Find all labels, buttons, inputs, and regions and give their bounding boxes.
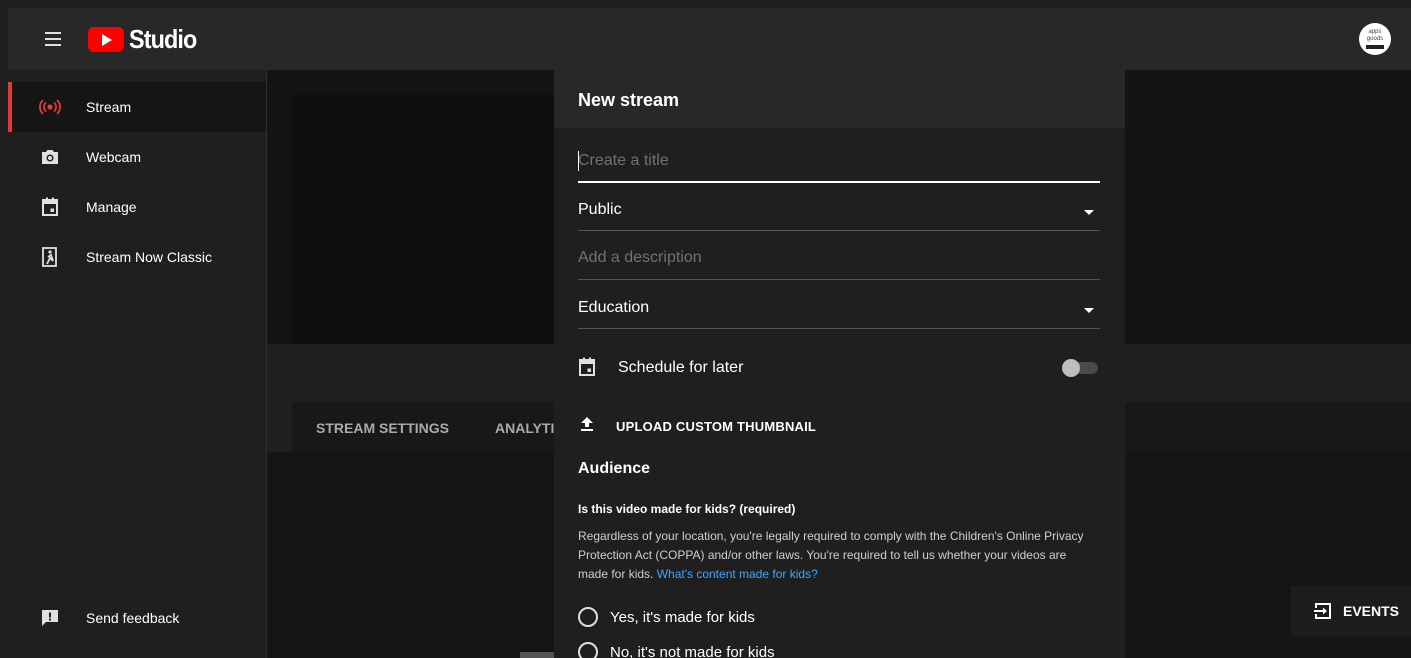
description-underline [578,279,1100,280]
radio-button[interactable] [578,607,598,627]
youtube-logo-icon [88,26,124,52]
category-underline [578,328,1100,329]
radio-label: No, it's not made for kids [610,643,775,658]
category-value: Education [578,299,650,316]
main-tabs: STREAM SETTINGS ANALYTICS [292,402,574,452]
avatar-text-bottom: goods [1366,36,1384,42]
logo-text: Studio [129,23,197,54]
radio-made-for-kids[interactable]: Yes, it's made for kids [578,607,755,627]
upload-label: UPLOAD CUSTOM THUMBNAIL [616,419,817,434]
calendar-icon [38,195,62,219]
send-feedback-button[interactable]: Send feedback [8,593,266,643]
visibility-select[interactable]: Public [578,191,1100,231]
sidebar-item-label: Manage [86,199,137,215]
schedule-row: Schedule for later [578,357,743,379]
radio-not-made-for-kids[interactable]: No, it's not made for kids [578,642,775,658]
events-button[interactable]: EVENTS [1291,586,1411,636]
studio-logo[interactable]: Studio [88,24,204,55]
upload-icon [578,415,596,438]
dialog-header: New stream [554,70,1125,128]
category-select[interactable]: Education [578,289,1100,329]
exit-to-app-icon [1313,601,1333,621]
title-underline [578,181,1100,183]
sidebar-item-webcam[interactable]: Webcam [8,132,266,182]
sidebar-item-stream[interactable]: Stream [8,82,266,132]
top-bar: Studio apps goods [8,8,1411,70]
kids-description: Regardless of your location, you're lega… [578,527,1088,584]
app-root: Studio apps goods Stream Webcam Manage S… [0,0,1411,658]
feedback-icon [38,606,62,630]
sidebar: Stream Webcam Manage Stream Now Classic … [8,70,266,658]
preview-strip [292,344,554,394]
radio-label: Yes, it's made for kids [610,608,755,626]
title-input[interactable] [578,143,1100,179]
tab-stream-settings[interactable]: STREAM SETTINGS [316,420,449,436]
events-label: EVENTS [1343,603,1400,619]
schedule-toggle[interactable] [1062,359,1100,377]
text-caret [578,151,579,171]
radio-button[interactable] [578,642,598,658]
main-tabs-right [1125,402,1411,452]
toggle-knob [1062,359,1080,377]
visibility-underline [578,230,1100,231]
avatar[interactable]: apps goods [1359,23,1391,55]
kids-description-text: Regardless of your location, you're lega… [578,529,1084,581]
sidebar-item-label: Stream Now Classic [86,249,213,265]
description-field[interactable] [578,240,1100,280]
dropdown-arrow-icon [1084,308,1094,313]
sidebar-item-stream-now-classic[interactable]: Stream Now Classic [8,232,266,282]
kids-question: Is this video made for kids? (required) [578,502,796,516]
new-stream-dialog: New stream Public Education [554,70,1125,658]
upload-thumbnail-button[interactable]: UPLOAD CUSTOM THUMBNAIL [578,415,816,438]
dialog-title: New stream [578,90,680,110]
sidebar-item-label: Webcam [86,149,141,165]
avatar-text-top: apps [1368,29,1382,35]
sidebar-item-manage[interactable]: Manage [8,182,266,232]
schedule-label: Schedule for later [618,359,744,376]
menu-icon[interactable] [41,27,65,51]
camera-icon [38,145,62,169]
calendar-icon [578,357,600,379]
visibility-value: Public [578,201,622,218]
video-preview [292,95,554,344]
sidebar-item-label: Stream [86,99,132,115]
dropdown-arrow-icon [1084,210,1094,215]
title-field[interactable] [578,143,1100,183]
kids-content-link[interactable]: What's content made for kids? [657,567,818,581]
description-input[interactable] [578,240,1100,276]
avatar-bar [1366,45,1384,49]
audience-heading: Audience [578,460,651,477]
send-feedback-label: Send feedback [86,610,180,626]
stream-now-classic-icon [38,245,62,269]
live-broadcast-icon [38,95,62,119]
